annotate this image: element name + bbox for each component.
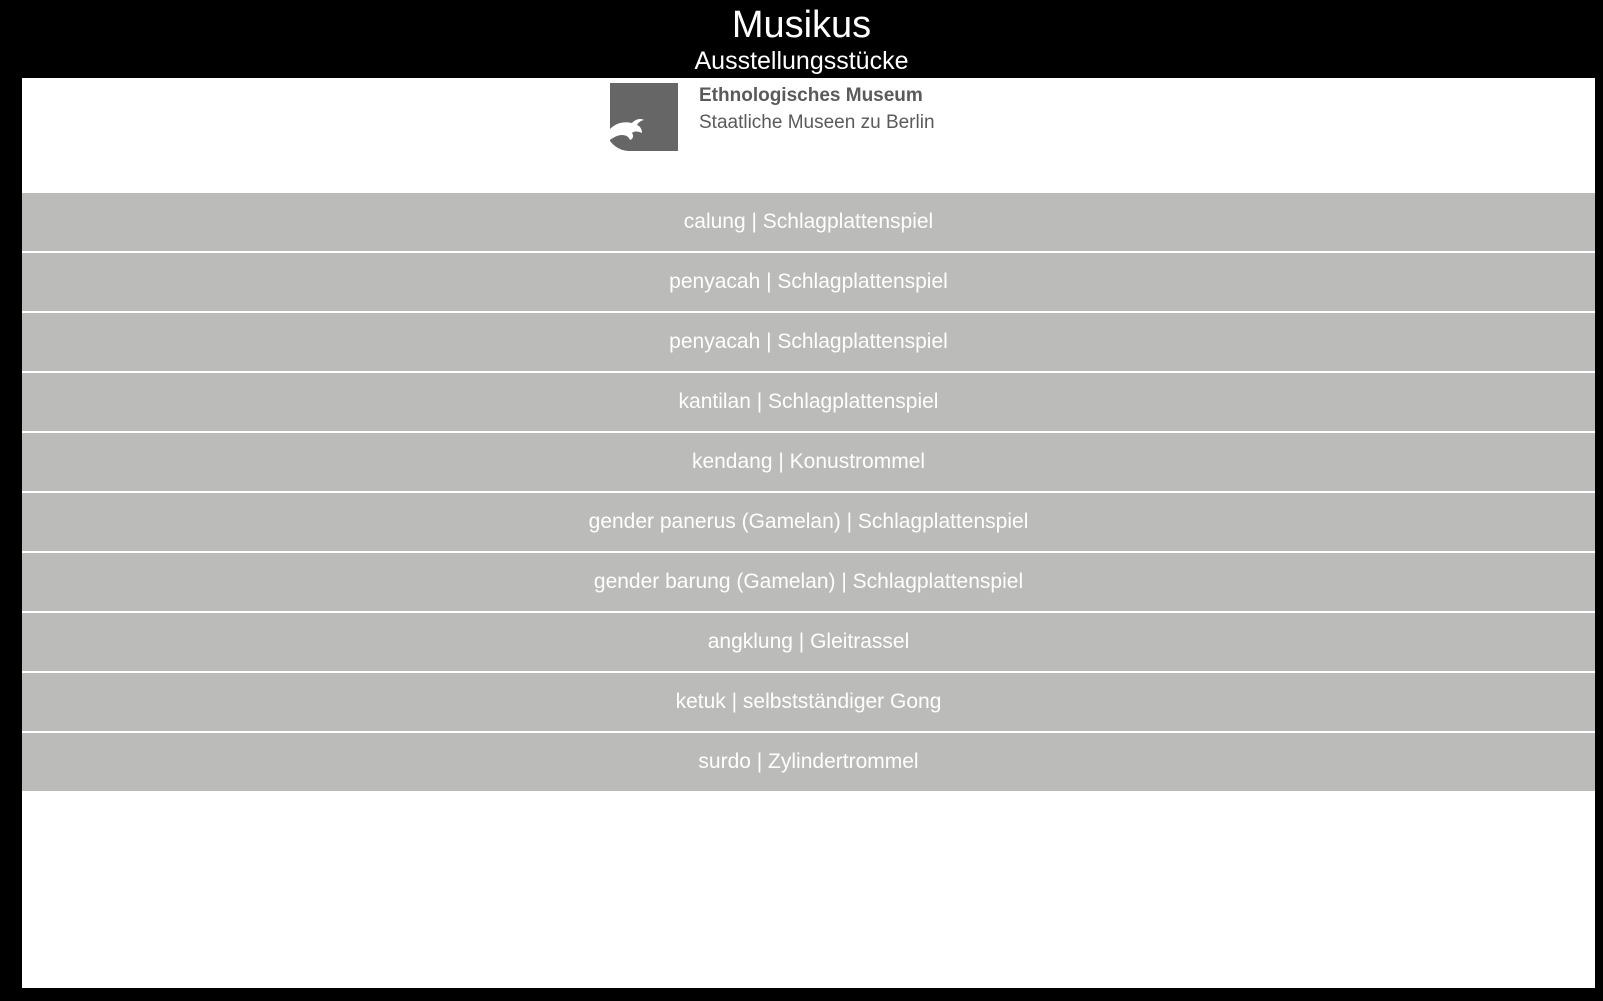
list-item[interactable]: gender barung (Gamelan) | Schlagplattens… xyxy=(22,553,1595,611)
list-item[interactable]: gender panerus (Gamelan) | Schlagplatten… xyxy=(22,493,1595,551)
list-item[interactable]: angklung | Gleitrassel xyxy=(22,613,1595,671)
list-item[interactable]: kantilan | Schlagplattenspiel xyxy=(22,373,1595,431)
logo-area: Ethnologisches Museum Staatliche Museen … xyxy=(22,78,1595,193)
eagle-icon xyxy=(610,83,678,151)
list-item[interactable]: ketuk | selbstständiger Gong xyxy=(22,673,1595,731)
list-item[interactable]: kendang | Konustrommel xyxy=(22,433,1595,491)
page-subtitle: Ausstellungsstücke xyxy=(694,47,909,75)
logo-subtitle: Staatliche Museen zu Berlin xyxy=(699,112,935,133)
list-item[interactable]: penyacah | Schlagplattenspiel xyxy=(22,253,1595,311)
app-title: Musikus xyxy=(731,4,872,46)
list-item[interactable]: penyacah | Schlagplattenspiel xyxy=(22,313,1595,371)
exhibit-list: calung | Schlagplattenspiel penyacah | S… xyxy=(22,193,1595,793)
logo-title: Ethnologisches Museum xyxy=(699,85,923,106)
app-header: Musikus Ausstellungsstücke xyxy=(0,0,1603,78)
list-item[interactable]: surdo | Zylindertrommel xyxy=(22,733,1595,791)
content-panel: Ethnologisches Museum Staatliche Museen … xyxy=(22,78,1595,988)
list-item[interactable]: calung | Schlagplattenspiel xyxy=(22,193,1595,251)
museum-logo: Ethnologisches Museum Staatliche Museen … xyxy=(610,83,970,153)
